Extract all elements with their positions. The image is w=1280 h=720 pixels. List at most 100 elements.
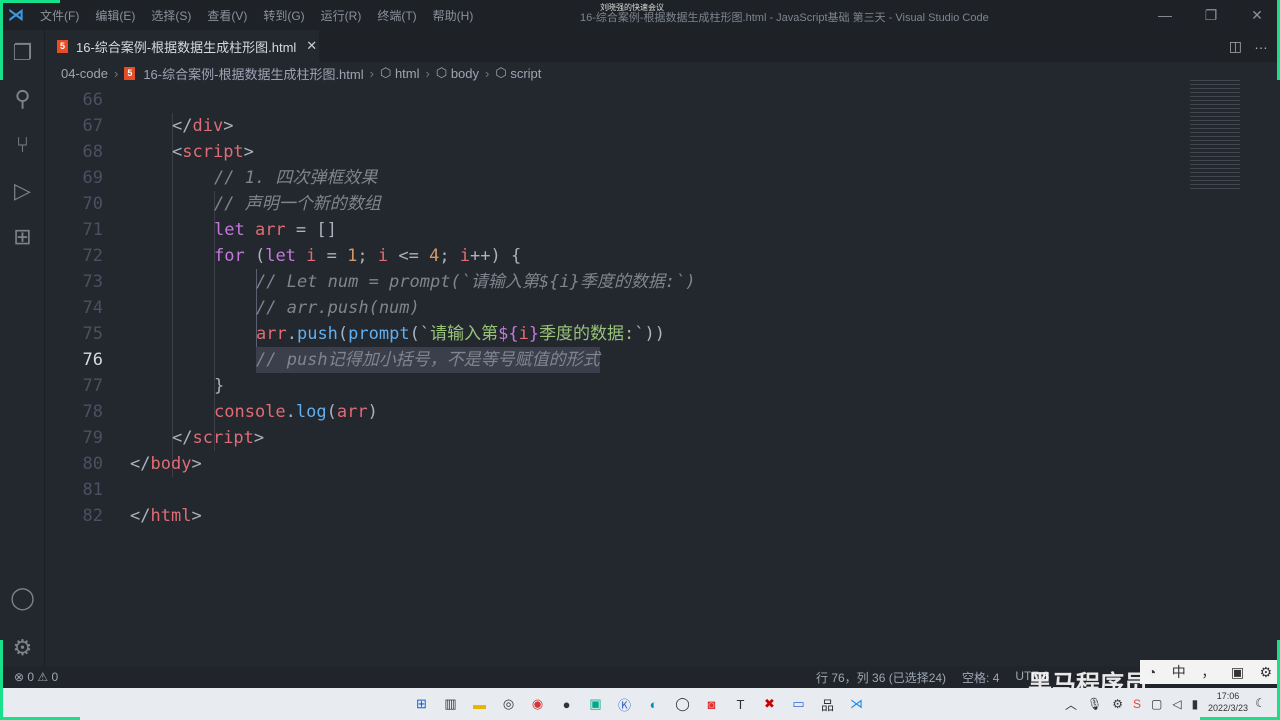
start-icon[interactable]: ⊞	[410, 693, 433, 716]
run-debug-icon[interactable]: ▷	[0, 168, 45, 214]
breadcrumb-script[interactable]: script	[510, 66, 541, 81]
split-editor-icon[interactable]: ◫	[1229, 38, 1242, 55]
code-token: >	[191, 506, 202, 526]
code-token: <=	[388, 246, 430, 266]
app-icon[interactable]: Ⓚ	[613, 693, 636, 716]
problems-indicator[interactable]: ⊗ 0 ⚠ 0	[0, 670, 58, 684]
code-token: >	[191, 454, 202, 474]
xmind-icon[interactable]: ✖	[758, 693, 781, 716]
breadcrumb-html[interactable]: html	[395, 66, 420, 81]
vertical-scrollbar[interactable]	[1266, 84, 1280, 666]
search-app-icon[interactable]: ◎	[497, 693, 520, 716]
code-token: script	[182, 142, 244, 162]
search-icon[interactable]: ⚲	[0, 76, 45, 122]
code-token: console	[214, 402, 286, 422]
app-icon[interactable]: ◙	[700, 693, 723, 716]
recording-border	[0, 0, 60, 3]
typora-icon[interactable]: T	[729, 693, 752, 716]
code-token: i	[459, 246, 471, 266]
minimap[interactable]	[1190, 80, 1240, 190]
code-token: log	[295, 402, 327, 422]
code-text: <script>	[172, 139, 254, 165]
network-app-icon[interactable]: 品	[816, 693, 839, 716]
menu-item[interactable]: 运行(R)	[321, 9, 362, 23]
code-token: let	[214, 220, 255, 240]
code-token: arr	[256, 324, 287, 344]
app-icon[interactable]: ▭	[787, 693, 810, 716]
file-explorer-icon[interactable]: ▬	[468, 693, 491, 716]
code-token: ;	[439, 246, 460, 266]
line-number: 74	[82, 298, 103, 318]
close-tab-icon[interactable]: ✕	[306, 38, 317, 54]
breadcrumb-body[interactable]: body	[451, 66, 479, 81]
extensions-icon[interactable]: ⊞	[0, 214, 45, 260]
tray-icon[interactable]: ⚙	[1112, 697, 1123, 711]
maximize-button[interactable]: ❐	[1188, 0, 1234, 30]
code-token: push	[296, 324, 338, 344]
breadcrumb-file[interactable]: 16-综合案例-根据数据生成柱形图.html	[143, 64, 363, 83]
ime-mode[interactable]: 中	[1172, 662, 1186, 682]
menu-item[interactable]: 选择(S)	[151, 9, 191, 23]
code-editor[interactable]: 66 67 </div> 68 <script> 69// 1. 四次弹框效果 70// 声…	[45, 87, 1280, 666]
more-actions-icon[interactable]: …	[1254, 36, 1268, 52]
ime-settings-icon[interactable]: ⚙	[1260, 664, 1273, 681]
microphone-icon[interactable]: 🎙	[1087, 697, 1102, 711]
task-view-icon[interactable]: ▥	[439, 693, 462, 716]
element-icon: ⬡	[379, 65, 395, 80]
close-window-button[interactable]: ✕	[1234, 0, 1280, 30]
app-icon[interactable]: ▣	[584, 693, 607, 716]
clock-time: 17:06	[1216, 691, 1240, 701]
network-icon[interactable]: ▢	[1151, 697, 1162, 711]
settings-gear-icon[interactable]: ⚙	[0, 625, 45, 671]
source-control-icon[interactable]: ⑂	[0, 122, 45, 168]
ime-punct[interactable]: ，	[1201, 662, 1215, 682]
keyboard-icon[interactable]: ▣	[1231, 664, 1244, 681]
code-token: 请输入第	[430, 324, 499, 344]
line-number: 70	[82, 194, 103, 214]
app-icon[interactable]: ●	[555, 693, 578, 716]
breadcrumb-folder[interactable]: 04-code	[61, 66, 108, 81]
clock[interactable]: 17:06 2022/3/23	[1208, 690, 1248, 714]
account-icon[interactable]: ◯	[0, 575, 45, 621]
explorer-icon[interactable]: ❐	[0, 30, 45, 76]
code-text: arr.push(prompt(`请输入第${i}季度的数据:`))	[256, 321, 665, 347]
line-number: 78	[82, 402, 103, 422]
menu-item[interactable]: 帮助(H)	[433, 9, 474, 23]
menu-item[interactable]: 查看(V)	[207, 9, 247, 23]
notification-moon-icon[interactable]: ☾	[1255, 696, 1266, 710]
code-token: <	[172, 142, 183, 162]
code-token: .	[286, 324, 297, 344]
tab-active-file[interactable]: 5 16-综合案例-根据数据生成柱形图.html ✕	[45, 30, 319, 62]
vscode-taskbar-icon[interactable]: ⋊	[845, 693, 868, 716]
line-number: 68	[82, 142, 103, 162]
menu-item[interactable]: 转到(G)	[263, 9, 304, 23]
code-text: for (let i = 1; i <= 4; i++) {	[214, 243, 521, 269]
edge-icon[interactable]: ◐	[642, 693, 665, 716]
code-token: div	[192, 116, 224, 136]
app-icon[interactable]: ◯	[671, 693, 694, 716]
minimize-button[interactable]: —	[1142, 0, 1188, 30]
code-text: // arr.push(num)	[256, 295, 420, 321]
cursor-position[interactable]: 行 76，列 36 (已选择24)	[816, 669, 946, 686]
chrome-icon[interactable]: ◉	[526, 693, 549, 716]
battery-icon[interactable]: ▮	[1192, 697, 1199, 711]
line-number: 73	[82, 272, 103, 292]
volume-icon[interactable]: ◁	[1172, 697, 1181, 711]
code-token: </	[172, 116, 193, 136]
menu-item[interactable]: 文件(F)	[40, 9, 79, 23]
ime-toolbar: ◔ 中 ， ▣ ⚙	[1140, 660, 1280, 684]
code-token: }	[214, 376, 225, 396]
sogou-icon[interactable]: S	[1133, 697, 1141, 711]
code-token: )	[367, 402, 378, 422]
indentation[interactable]: 空格: 4	[962, 669, 999, 686]
menu-item[interactable]: 终端(T)	[377, 9, 416, 23]
code-token: >	[243, 142, 254, 162]
menu-item[interactable]: 编辑(E)	[95, 9, 135, 23]
code-text: // push记得加小括号，不是等号赋值的形式	[256, 347, 600, 373]
ime-icon[interactable]: ◔	[1148, 664, 1156, 680]
code-token: }	[528, 324, 540, 344]
chevron-up-icon[interactable]: ︿	[1065, 696, 1077, 713]
code-token: </	[172, 428, 193, 448]
line-number: 82	[82, 506, 103, 526]
code-text: </script>	[172, 425, 264, 451]
